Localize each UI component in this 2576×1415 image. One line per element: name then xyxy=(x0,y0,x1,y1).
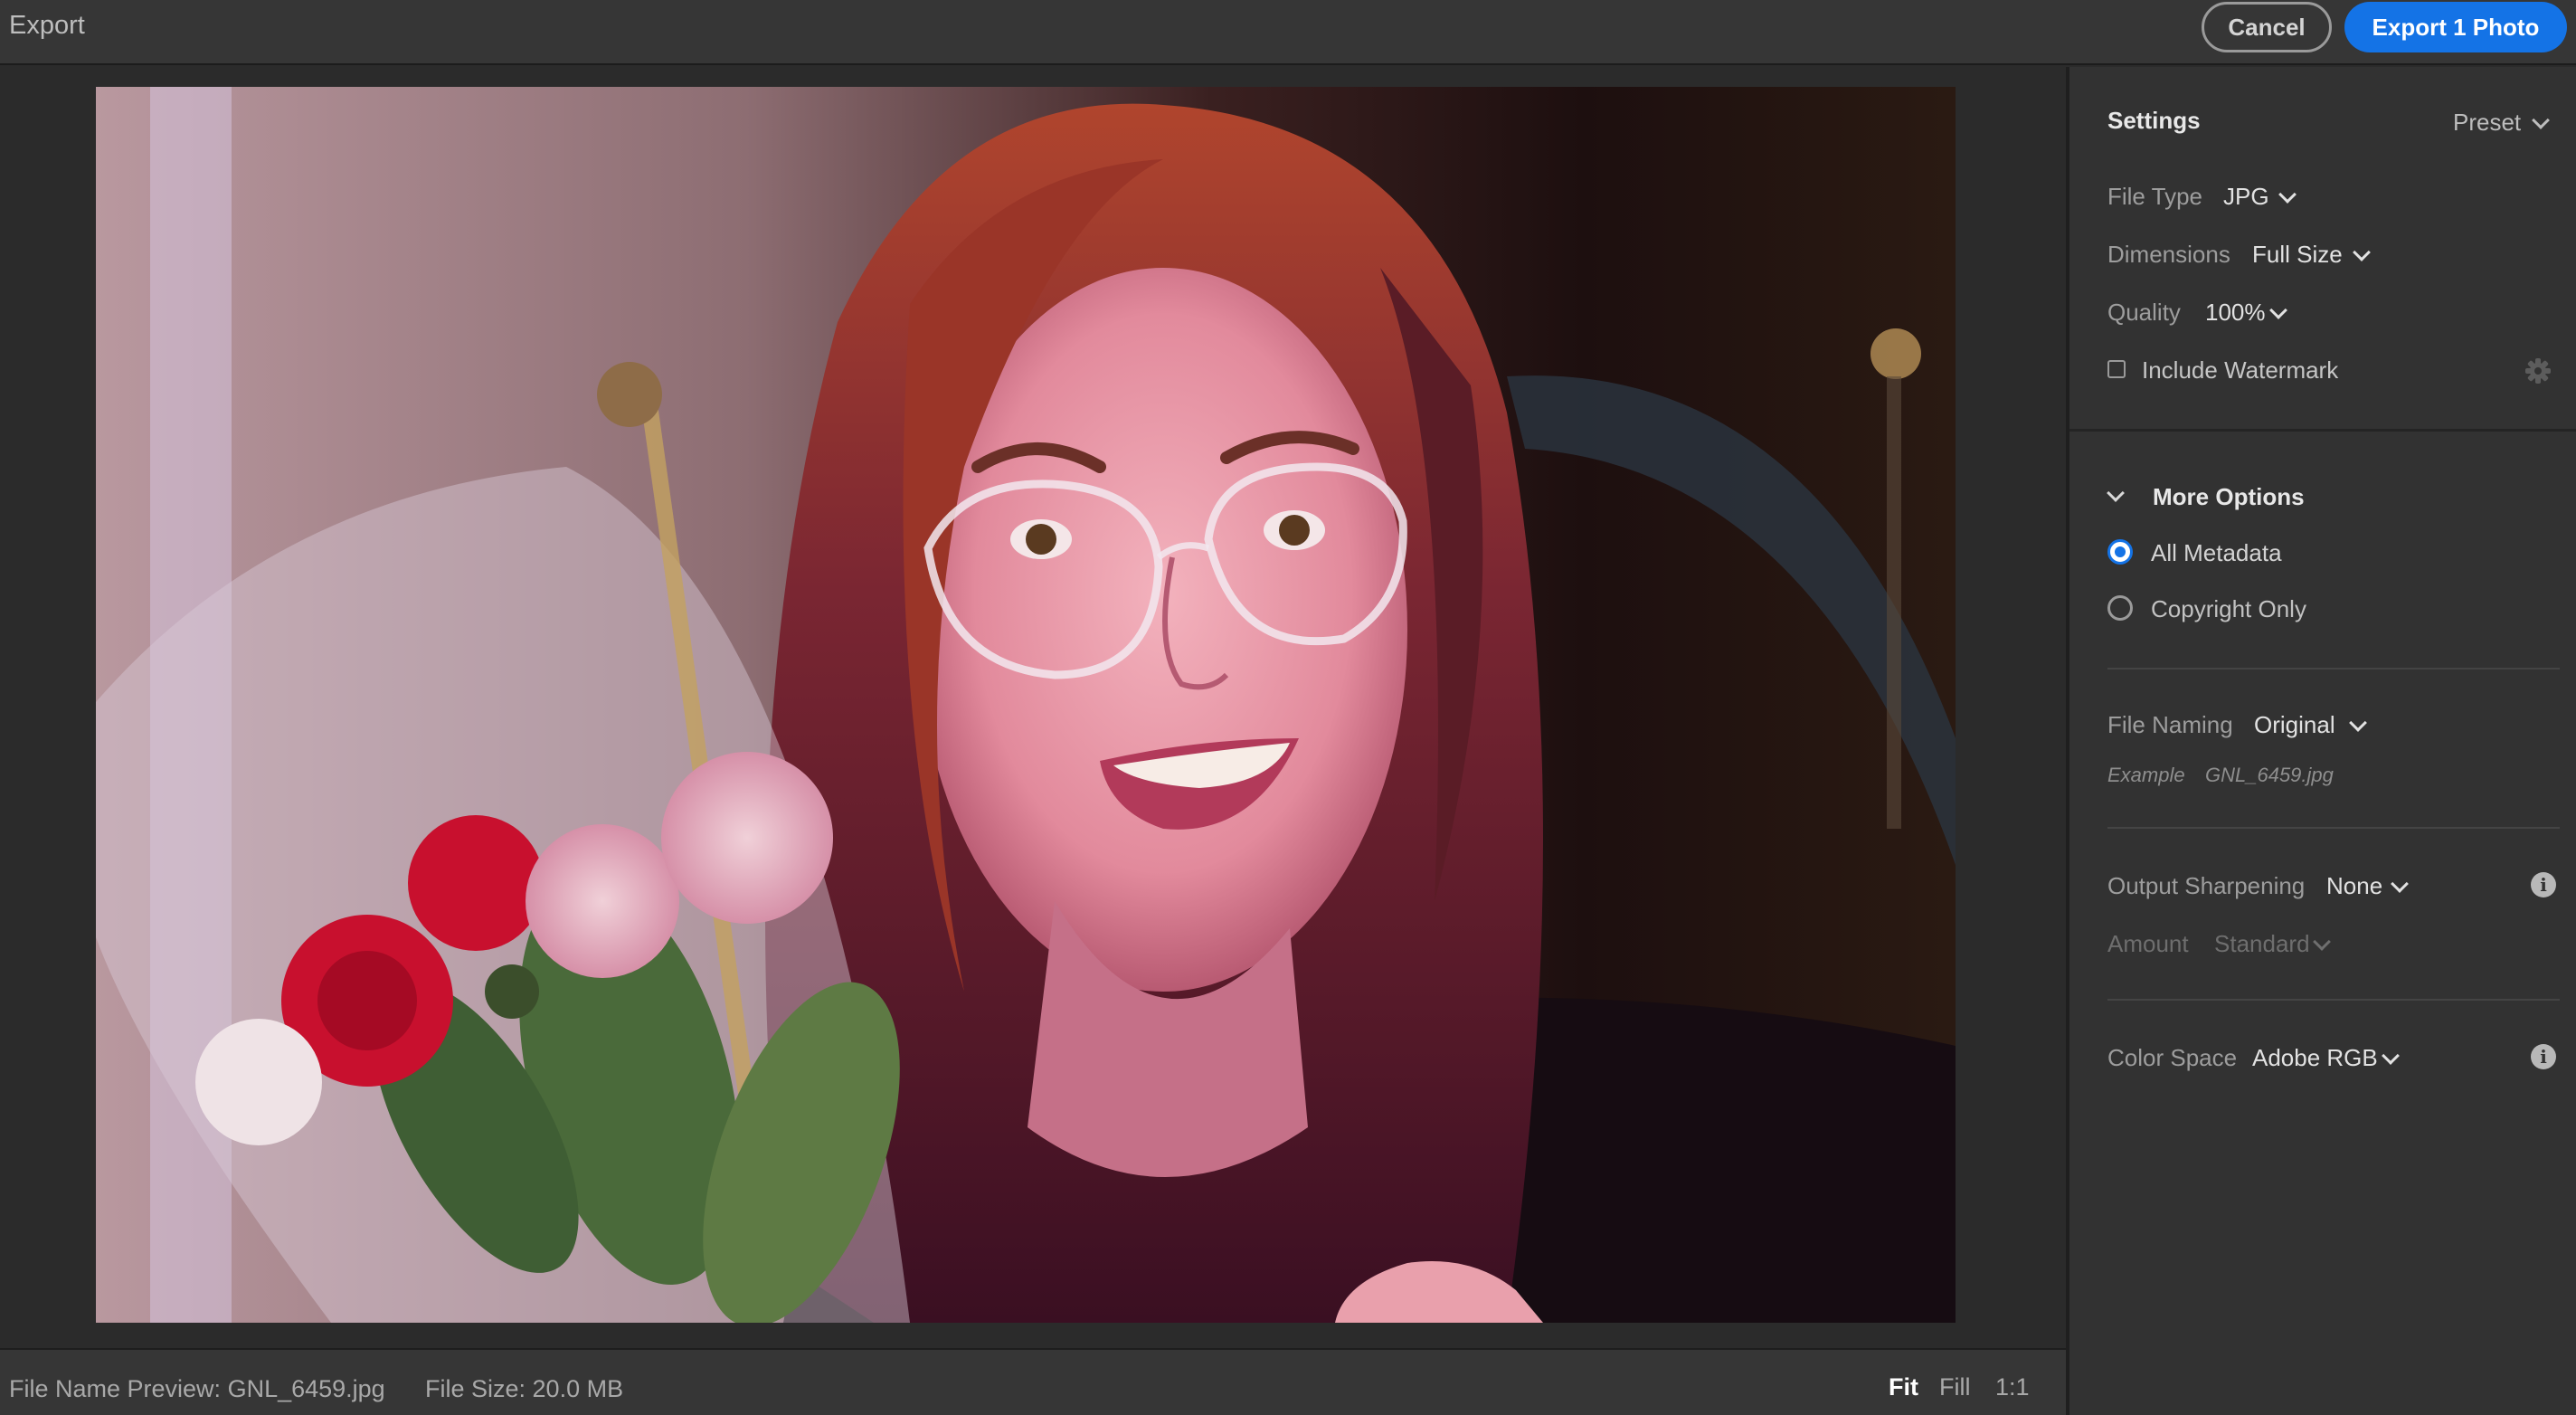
dimensions-label: Dimensions xyxy=(2107,241,2230,268)
file-type-label: File Type xyxy=(2107,183,2203,210)
amount-label: Amount xyxy=(2107,930,2189,957)
all-metadata-label: All Metadata xyxy=(2151,539,2282,566)
chevron-down-icon[interactable] xyxy=(2349,714,2367,732)
photo-preview xyxy=(96,87,1956,1323)
chevron-down-icon[interactable] xyxy=(2269,301,2287,319)
export-button[interactable]: Export 1 Photo xyxy=(2344,2,2567,52)
chevron-down-icon[interactable] xyxy=(2532,111,2550,129)
watermark-checkbox[interactable] xyxy=(2107,360,2126,378)
all-metadata-radio[interactable] xyxy=(2107,539,2133,565)
chevron-down-icon[interactable] xyxy=(2278,185,2297,204)
color-space-label: Color Space xyxy=(2107,1044,2238,1071)
output-sharpening-label: Output Sharpening xyxy=(2107,872,2306,899)
output-sharpening-dropdown[interactable]: None xyxy=(2326,872,2382,900)
zoom-1to1-button[interactable]: 1:1 xyxy=(1995,1373,2030,1401)
dialog-title: Export xyxy=(9,11,85,40)
watermark-label: Include Watermark xyxy=(2142,356,2339,384)
file-naming-label: File Naming xyxy=(2107,711,2233,738)
gear-icon[interactable] xyxy=(2524,356,2552,385)
example-filename: GNL_6459.jpg xyxy=(2205,764,2334,786)
settings-panel: Settings Preset File Type JPG Dimensions… xyxy=(2066,67,2576,1415)
photo-preview-area xyxy=(0,67,2066,1348)
cancel-button[interactable]: Cancel xyxy=(2202,2,2332,52)
amount-dropdown: Standard xyxy=(2214,930,2310,957)
preset-dropdown[interactable]: Preset xyxy=(2453,109,2521,137)
section-divider xyxy=(2107,668,2560,670)
file-size: File Size: 20.0 MB xyxy=(425,1375,624,1402)
quality-dropdown[interactable]: 100% xyxy=(2205,299,2266,327)
settings-heading: Settings xyxy=(2107,107,2201,134)
copyright-only-radio[interactable] xyxy=(2107,595,2133,621)
export-dialog: Export Cancel Export 1 Photo File Name P… xyxy=(0,0,2576,1415)
top-bar: Export Cancel Export 1 Photo xyxy=(0,0,2576,65)
color-space-dropdown[interactable]: Adobe RGB xyxy=(2252,1044,2378,1072)
section-divider xyxy=(2069,429,2576,432)
copyright-only-label: Copyright Only xyxy=(2151,595,2306,622)
chevron-down-icon[interactable] xyxy=(2391,875,2409,893)
quality-label: Quality xyxy=(2107,299,2181,326)
file-type-dropdown[interactable]: JPG xyxy=(2223,183,2269,211)
portrait-photo-image xyxy=(96,87,1956,1323)
chevron-down-icon[interactable] xyxy=(2107,484,2125,502)
file-naming-dropdown[interactable]: Original xyxy=(2254,711,2335,739)
info-icon[interactable]: i xyxy=(2531,1044,2556,1069)
more-options-toggle[interactable]: More Options xyxy=(2153,483,2305,511)
zoom-fit-button[interactable]: Fit xyxy=(1889,1373,1918,1401)
chevron-down-icon xyxy=(2313,933,2331,951)
zoom-fill-button[interactable]: Fill xyxy=(1939,1373,1971,1401)
info-icon[interactable]: i xyxy=(2531,872,2556,897)
example-label: Example xyxy=(2107,764,2185,786)
section-divider xyxy=(2107,999,2560,1001)
dimensions-dropdown[interactable]: Full Size xyxy=(2252,241,2343,269)
chevron-down-icon[interactable] xyxy=(2353,243,2371,261)
status-bar: File Name Preview: GNL_6459.jpg File Siz… xyxy=(0,1348,2066,1415)
chevron-down-icon[interactable] xyxy=(2382,1047,2400,1065)
section-divider xyxy=(2107,827,2560,829)
file-name-preview: File Name Preview: GNL_6459.jpg xyxy=(9,1375,385,1402)
